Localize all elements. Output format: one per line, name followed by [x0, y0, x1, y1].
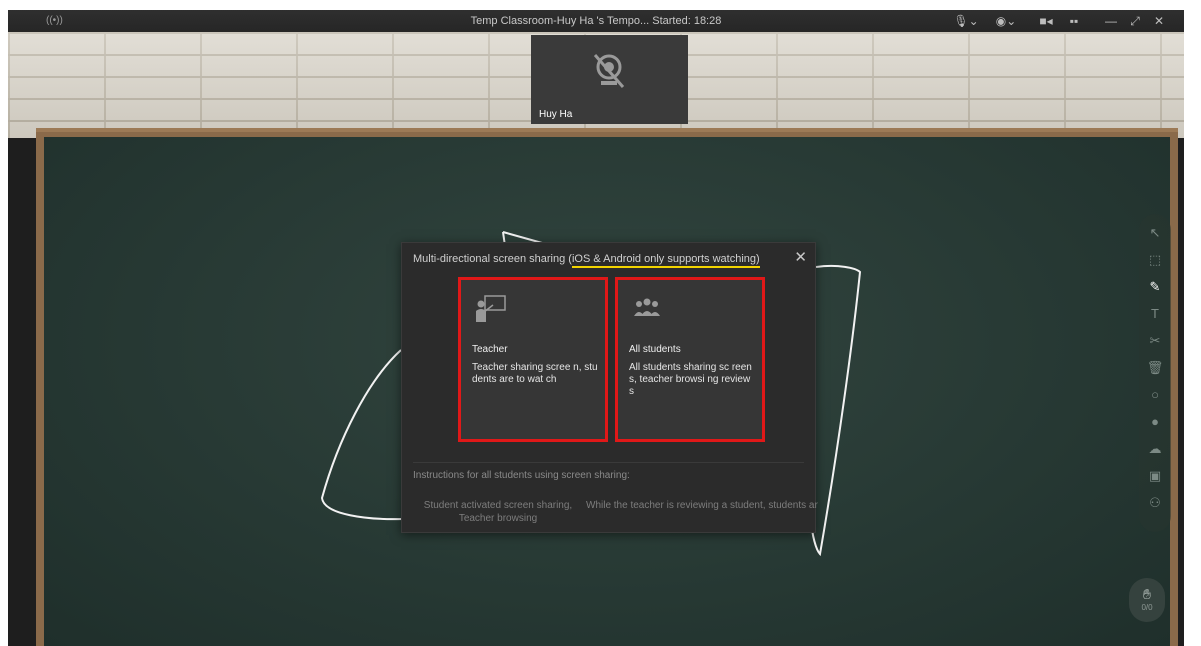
participant-name: Huy Ha	[539, 109, 573, 120]
marquee-select-icon[interactable]: ⬚	[1139, 249, 1171, 271]
option-description: All students sharing sc reens, teacher b…	[629, 362, 752, 397]
teacher-board-icon	[476, 295, 506, 322]
teacher-option[interactable]: Teacher Teacher sharing scree n, student…	[458, 277, 608, 442]
users-icon[interactable]: ⚇	[1139, 492, 1171, 514]
shape-icon[interactable]: ○	[1139, 384, 1171, 406]
text-icon[interactable]: T	[1139, 303, 1171, 325]
instruction-teacher-reviewing: While the teacher is reviewing a student…	[586, 500, 818, 511]
close-icon[interactable]: ✕	[1150, 10, 1168, 32]
classroom-window: ((•)) Temp Classroom-Huy Ha 's Tempo... …	[8, 10, 1184, 646]
option-title: Teacher	[472, 344, 508, 355]
cloud-icon[interactable]: ☁	[1139, 438, 1171, 460]
video-tile[interactable]: Huy Ha	[531, 35, 688, 124]
screen-sharing-dialog: Multi-directional screen sharing (iOS & …	[401, 242, 818, 533]
dialog-title-prefix: Multi-directional screen sharing (	[413, 253, 572, 265]
minimize-icon[interactable]: —	[1102, 10, 1120, 32]
camera-icon[interactable]: ◉⌄	[993, 10, 1019, 32]
dialog-divider	[413, 462, 804, 463]
pen-icon[interactable]: ✎	[1139, 276, 1171, 298]
hand-icon: ✋︎	[1143, 586, 1151, 602]
mic-icon[interactable]: 🎙︎⌄	[953, 10, 979, 32]
whiteboard-toolbar: ↖ ⬚ ✎ T ✂ 🗑︎ ○ ● ☁ ▣ ⚇	[1139, 214, 1171, 532]
trash-icon[interactable]: 🗑︎	[1139, 357, 1171, 379]
scissors-icon[interactable]: ✂	[1139, 330, 1171, 352]
platform-note: iOS & Android only supports watching)	[571, 253, 760, 268]
dialog-title: Multi-directional screen sharing (iOS & …	[413, 253, 760, 268]
all-students-option[interactable]: All students All students sharing sc ree…	[615, 277, 765, 442]
title-bar: ((•)) Temp Classroom-Huy Ha 's Tempo... …	[8, 10, 1184, 32]
camera-off-icon	[593, 54, 625, 88]
option-title: All students	[629, 344, 681, 355]
cursor-icon[interactable]: ↖	[1139, 222, 1171, 244]
restore-icon[interactable]: ⤢	[1126, 10, 1144, 32]
instruction-student-sharing: Student activated screen sharing, Teache…	[423, 500, 573, 524]
instructions-title: Instructions for all students using scre…	[413, 470, 630, 481]
grid-icon[interactable]: ▪▪	[1063, 10, 1085, 32]
close-icon[interactable]: ✕	[794, 248, 807, 266]
option-description: Teacher sharing scree n, students are to…	[472, 362, 598, 385]
toolbox-icon[interactable]: ▣	[1139, 465, 1171, 487]
chat-icon[interactable]: ●	[1139, 411, 1171, 433]
students-group-icon	[634, 298, 660, 316]
raise-hand-button[interactable]: ✋︎ 0/0	[1129, 578, 1165, 622]
video-icon[interactable]: ■◂	[1035, 10, 1057, 32]
hand-raise-count: 0/0	[1141, 603, 1153, 612]
